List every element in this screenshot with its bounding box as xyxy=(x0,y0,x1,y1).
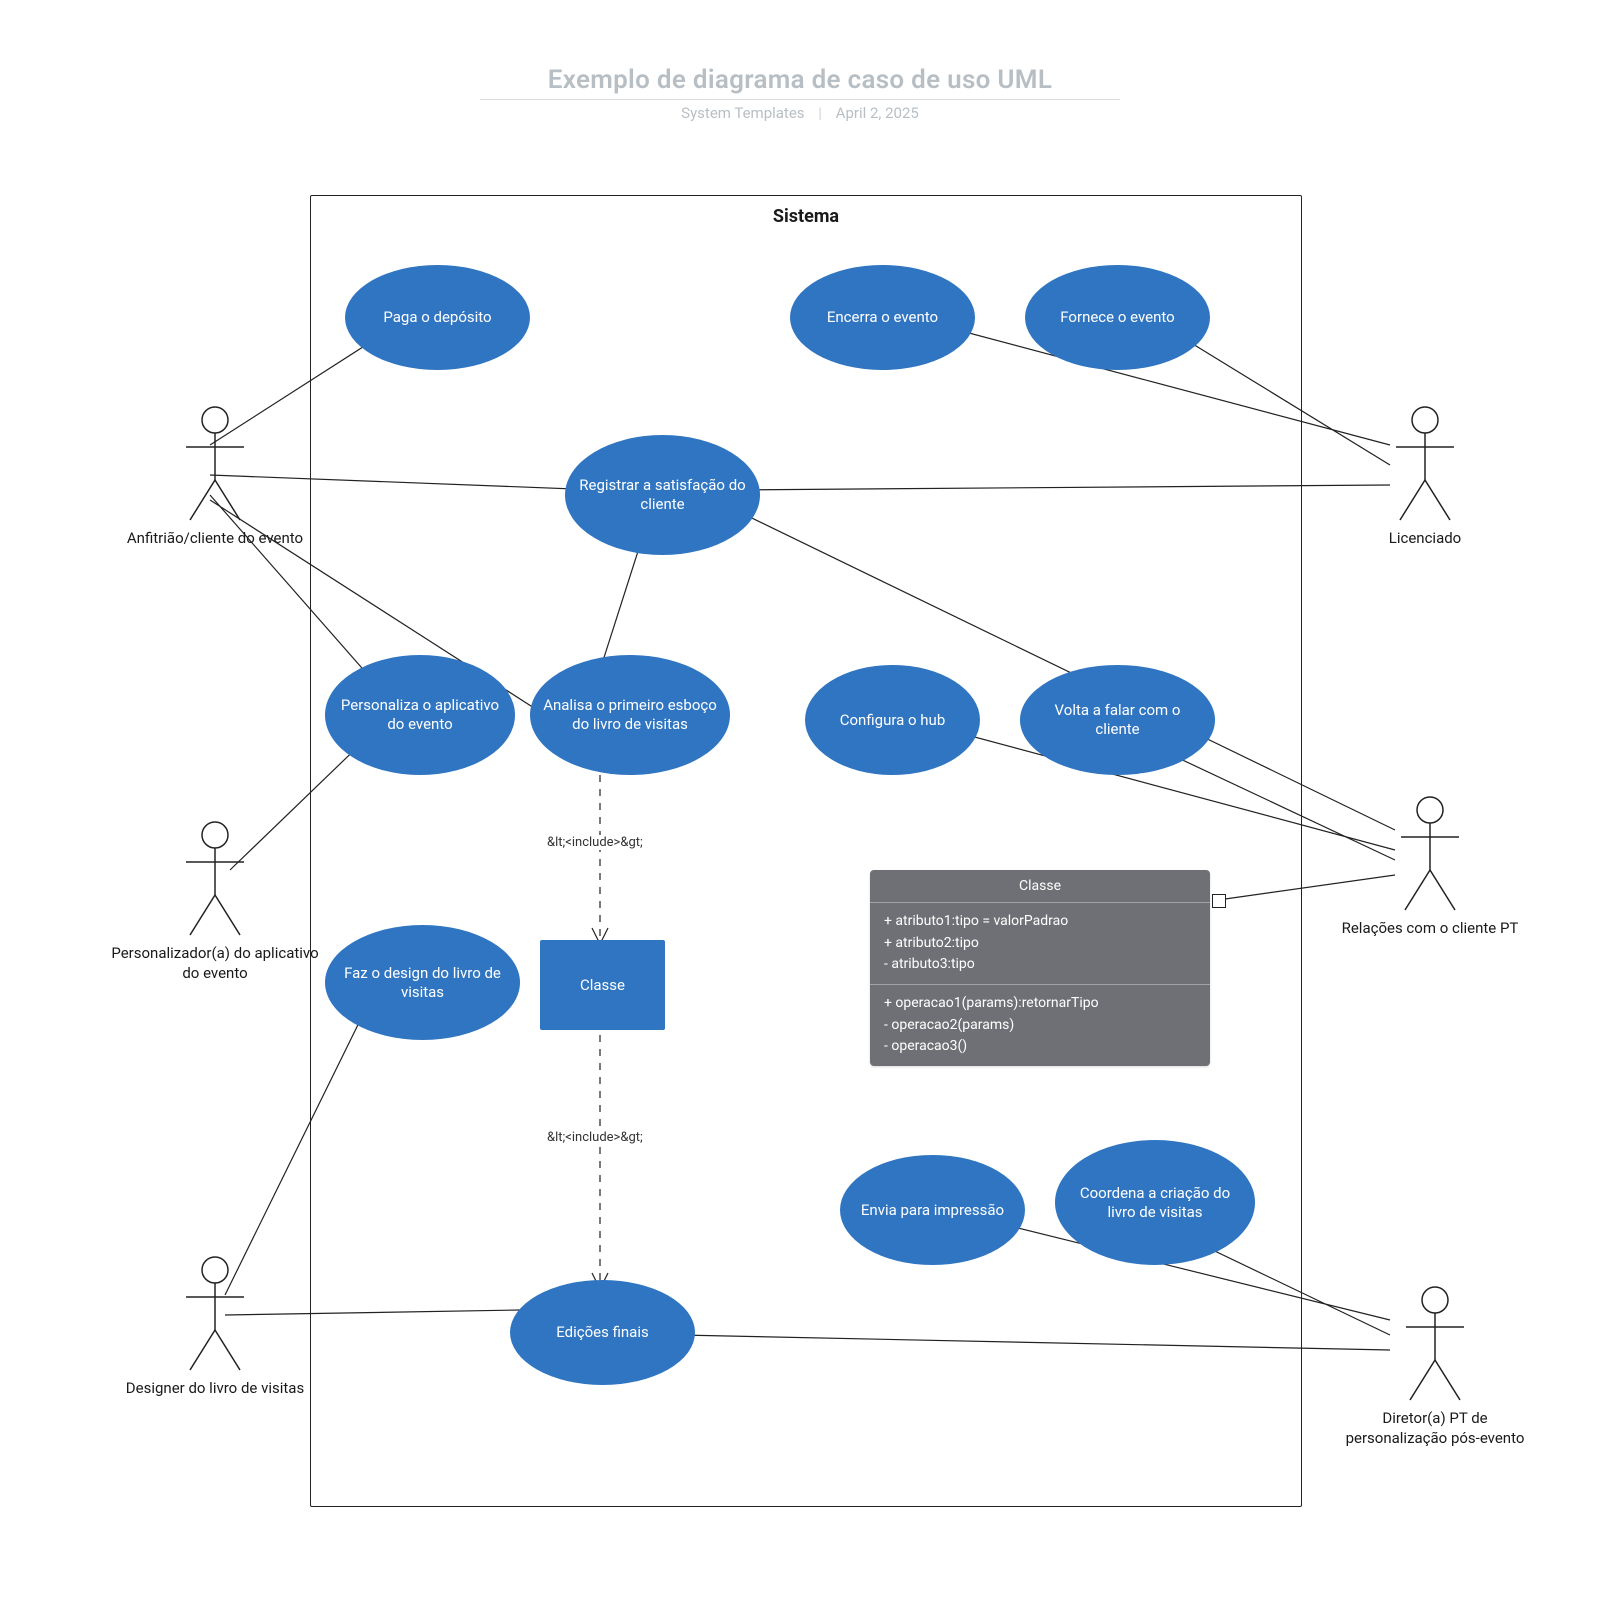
actor-icon xyxy=(180,820,250,940)
diagram-title: Exemplo de diagrama de caso de uso UML xyxy=(480,65,1120,100)
byline-separator: | xyxy=(818,104,822,122)
actor-licenciado[interactable]: Licenciado xyxy=(1345,405,1505,549)
usecase-edicoes-finais[interactable]: Edições finais xyxy=(510,1280,695,1385)
usecase-registrar-satisfacao[interactable]: Registrar a satisfação do cliente xyxy=(565,435,760,555)
usecase-volta-falar-cliente[interactable]: Volta a falar com o cliente xyxy=(1020,665,1215,775)
uml-class-box[interactable]: Classe + atributo1:tipo = valorPadrao + … xyxy=(870,870,1210,1066)
usecase-faz-design[interactable]: Faz o design do livro de visitas xyxy=(325,925,520,1040)
usecase-envia-impressao[interactable]: Envia para impressão xyxy=(840,1155,1025,1265)
diagram-root: Exemplo de diagrama de caso de uso UML S… xyxy=(0,0,1600,1600)
actor-personalizador[interactable]: Personalizador(a) do aplicativo do event… xyxy=(110,820,320,983)
actor-icon xyxy=(1400,1285,1470,1405)
usecase-encerra-evento[interactable]: Encerra o evento xyxy=(790,265,975,370)
edge-label-include: &lt;<include>&gt; xyxy=(545,835,645,850)
uml-attr: + atributo2:tipo xyxy=(884,933,1196,955)
uml-op: - operacao3() xyxy=(884,1036,1196,1058)
classe-node[interactable]: Classe xyxy=(540,940,665,1030)
usecase-personaliza-app[interactable]: Personaliza o aplicativo do evento xyxy=(325,655,515,775)
diagram-header: Exemplo de diagrama de caso de uso UML S… xyxy=(0,65,1600,122)
usecase-configura-hub[interactable]: Configura o hub xyxy=(805,665,980,775)
uml-class-title: Classe xyxy=(870,870,1210,903)
uml-class-attributes: + atributo1:tipo = valorPadrao + atribut… xyxy=(870,903,1210,985)
actor-anfitriao[interactable]: Anfitrião/cliente do evento xyxy=(115,405,315,549)
uml-attr: - atributo3:tipo xyxy=(884,954,1196,976)
actor-label: Relações com o cliente PT xyxy=(1330,919,1530,939)
actor-icon xyxy=(1390,405,1460,525)
edge-label-include: &lt;<include>&gt; xyxy=(545,1130,645,1145)
usecase-paga-deposito[interactable]: Paga o depósito xyxy=(345,265,530,370)
usecase-analisa-esboco[interactable]: Analisa o primeiro esboço do livro de vi… xyxy=(530,655,730,775)
usecase-fornece-evento[interactable]: Fornece o evento xyxy=(1025,265,1210,370)
note-anchor-icon xyxy=(1212,894,1226,908)
byline-author: System Templates xyxy=(681,104,804,122)
diagram-byline: System Templates | April 2, 2025 xyxy=(0,104,1600,122)
uml-op: - operacao2(params) xyxy=(884,1015,1196,1037)
uml-class-operations: + operacao1(params):retornarTipo - opera… xyxy=(870,985,1210,1066)
actor-relacoes-pt[interactable]: Relações com o cliente PT xyxy=(1330,795,1530,939)
uml-op: + operacao1(params):retornarTipo xyxy=(884,993,1196,1015)
actor-icon xyxy=(180,1255,250,1375)
actor-designer[interactable]: Designer do livro de visitas xyxy=(100,1255,330,1399)
actor-icon xyxy=(180,405,250,525)
actor-label: Anfitrião/cliente do evento xyxy=(115,529,315,549)
usecase-coordena-criacao[interactable]: Coordena a criação do livro de visitas xyxy=(1055,1140,1255,1265)
actor-diretor-pt[interactable]: Diretor(a) PT de personalização pós-even… xyxy=(1330,1285,1540,1448)
system-boundary: Sistema xyxy=(310,195,1302,1507)
actor-label: Diretor(a) PT de personalização pós-even… xyxy=(1330,1409,1540,1448)
actor-icon xyxy=(1395,795,1465,915)
actor-label: Designer do livro de visitas xyxy=(100,1379,330,1399)
byline-date: April 2, 2025 xyxy=(836,104,919,122)
system-label: Sistema xyxy=(311,206,1301,227)
actor-label: Licenciado xyxy=(1345,529,1505,549)
actor-label: Personalizador(a) do aplicativo do event… xyxy=(110,944,320,983)
uml-attr: + atributo1:tipo = valorPadrao xyxy=(884,911,1196,933)
